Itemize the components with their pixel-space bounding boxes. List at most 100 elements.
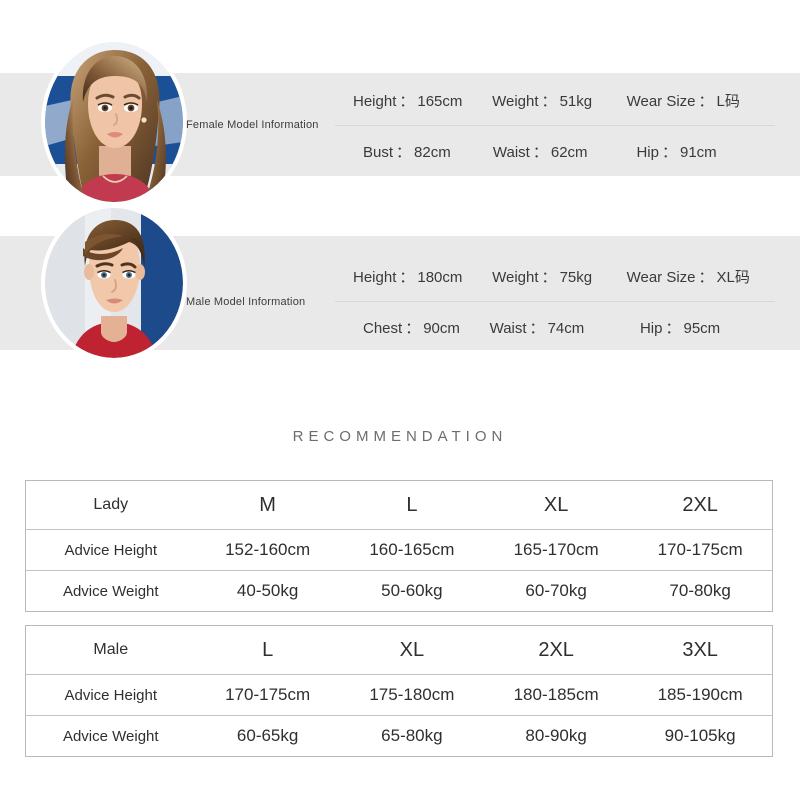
table-row: Advice Height 170-175cm 175-180cm 180-18… bbox=[25, 674, 773, 716]
male-spec-waist-key: Waist bbox=[489, 319, 527, 337]
lady-height-1: 152-160cm bbox=[195, 529, 340, 571]
male-weight-2: 65-80kg bbox=[339, 715, 484, 757]
lady-header-size-4: 2XL bbox=[682, 493, 718, 516]
male-spec-waist: Waist ： 74cm bbox=[490, 317, 612, 338]
male-spec-weight-key: Weight bbox=[492, 268, 539, 286]
male-spec-weight-sep: ： bbox=[541, 268, 557, 286]
male-spec-hip: Hip ： 95cm bbox=[612, 317, 775, 338]
lady-weight-label: Advice Weight bbox=[25, 570, 196, 612]
female-spec-waist: Waist ： 62cm bbox=[493, 141, 619, 162]
male-spec-row-bottom: Chest ： 90cm Waist ： 74cm Hip ： 95cm bbox=[335, 302, 775, 352]
male-spec-height: Height ： 180cm bbox=[335, 266, 492, 287]
female-spec-row-bottom: Bust ： 82cm Waist ： 62cm Hip ： 91cm bbox=[335, 126, 775, 176]
male-spec-wear-size-value: XL码 bbox=[716, 268, 750, 286]
male-spec-weight: Weight ： 75kg bbox=[492, 266, 626, 287]
lady-weight-1: 40-50kg bbox=[195, 570, 340, 612]
female-spec-weight-sep: ： bbox=[541, 92, 557, 110]
table-row-header: Lady M L XL 2XL bbox=[26, 481, 773, 530]
female-spec-hip-sep: ： bbox=[661, 143, 677, 161]
lady-size-table: Lady M L XL 2XL Advice Height 152-160cm … bbox=[25, 480, 773, 612]
lady-header-label: Lady bbox=[93, 496, 129, 513]
female-spec-height-key: Height bbox=[353, 92, 397, 110]
female-spec-weight-value: 51kg bbox=[559, 92, 593, 110]
lady-height-label: Advice Height bbox=[25, 529, 196, 571]
male-model-label: Male Model Information bbox=[186, 296, 306, 308]
lady-header-size-1: M bbox=[259, 493, 276, 516]
lady-weight-3: 60-70kg bbox=[484, 570, 629, 612]
male-header-size-2: XL bbox=[399, 638, 425, 661]
male-spec-hip-value: 95cm bbox=[683, 319, 721, 337]
male-height-2: 175-180cm bbox=[339, 674, 484, 716]
female-spec-hip-value: 91cm bbox=[679, 143, 717, 161]
female-spec-weight-key: Weight bbox=[492, 92, 539, 110]
female-spec-bust-key: Bust bbox=[363, 143, 394, 161]
male-spec-chest: Chest ： 90cm bbox=[335, 317, 490, 338]
male-header-size-4: 3XL bbox=[682, 638, 718, 661]
female-spec-hip: Hip ： 91cm bbox=[618, 141, 775, 162]
female-spec-height: Height ： 165cm bbox=[335, 90, 492, 111]
female-spec-wear-size-value: L码 bbox=[716, 92, 740, 110]
male-spec-height-value: 180cm bbox=[417, 268, 463, 286]
female-spec-bust: Bust ： 82cm bbox=[335, 141, 493, 162]
female-spec-height-sep: ： bbox=[399, 92, 415, 110]
recommendation-title: RECOMMENDATION bbox=[292, 428, 508, 445]
male-spec-height-key: Height bbox=[353, 268, 397, 286]
male-spec-weight-value: 75kg bbox=[559, 268, 593, 286]
lady-weight-4: 70-80kg bbox=[628, 570, 773, 612]
female-spec-wear-size-sep: ： bbox=[698, 92, 714, 110]
male-spec-waist-sep: ： bbox=[529, 319, 545, 337]
male-spec-chest-value: 90cm bbox=[423, 319, 460, 337]
male-height-3: 180-185cm bbox=[484, 674, 629, 716]
female-spec-height-value: 165cm bbox=[417, 92, 463, 110]
male-header-label: Male bbox=[93, 641, 129, 658]
female-spec-waist-value: 62cm bbox=[550, 143, 588, 161]
male-spec-wear-size: Wear Size ： XL码 bbox=[627, 266, 775, 287]
male-model-photo bbox=[45, 208, 183, 358]
male-model-avatar bbox=[45, 208, 183, 358]
lady-header-size-2: L bbox=[406, 493, 418, 516]
male-spec-wear-size-key: Wear Size bbox=[626, 268, 696, 286]
lady-height-3: 165-170cm bbox=[484, 529, 629, 571]
female-spec-row-top: Height ： 165cm Weight ： 51kg Wear Size ：… bbox=[335, 75, 775, 126]
male-spec-hip-sep: ： bbox=[665, 319, 681, 337]
male-spec-chest-sep: ： bbox=[405, 319, 421, 337]
male-model-info-block: Male Model Information Height ： 180cm We… bbox=[0, 205, 800, 365]
female-spec-wear-size: Wear Size ： L码 bbox=[627, 90, 775, 111]
male-height-4: 185-190cm bbox=[628, 674, 773, 716]
female-spec-hip-key: Hip bbox=[636, 143, 659, 161]
table-row: Advice Height 152-160cm 160-165cm 165-17… bbox=[25, 529, 773, 571]
female-model-photo bbox=[45, 42, 183, 202]
male-height-1: 170-175cm bbox=[195, 674, 340, 716]
male-spec-hip-key: Hip bbox=[639, 319, 663, 337]
female-model-avatar bbox=[45, 42, 183, 202]
male-spec-waist-value: 74cm bbox=[547, 319, 585, 337]
female-spec-wear-size-key: Wear Size bbox=[626, 92, 696, 110]
male-spec-row-top: Height ： 180cm Weight ： 75kg Wear Size ：… bbox=[335, 251, 775, 302]
male-spec-height-sep: ： bbox=[399, 268, 415, 286]
male-size-table: Male L XL 2XL 3XL Advice Height 170-175c… bbox=[25, 625, 773, 757]
female-model-info-block: Female Model Information Height ： 165cm … bbox=[0, 0, 800, 205]
male-header-size-1: L bbox=[262, 638, 274, 661]
male-header-size-3: 2XL bbox=[538, 638, 574, 661]
female-spec-bust-sep: ： bbox=[396, 143, 412, 161]
lady-weight-2: 50-60kg bbox=[339, 570, 484, 612]
male-weight-4: 90-105kg bbox=[628, 715, 773, 757]
male-spec-grid: Height ： 180cm Weight ： 75kg Wear Size ：… bbox=[335, 251, 775, 352]
lady-height-4: 170-175cm bbox=[628, 529, 773, 571]
female-spec-waist-sep: ： bbox=[532, 143, 548, 161]
female-model-label: Female Model Information bbox=[186, 119, 319, 131]
male-weight-1: 60-65kg bbox=[195, 715, 340, 757]
male-weight-label: Advice Weight bbox=[25, 715, 196, 757]
male-height-label: Advice Height bbox=[25, 674, 196, 716]
female-spec-weight: Weight ： 51kg bbox=[492, 90, 626, 111]
table-row-header: Male L XL 2XL 3XL bbox=[26, 626, 773, 675]
female-spec-bust-value: 82cm bbox=[414, 143, 451, 161]
male-spec-chest-key: Chest bbox=[363, 319, 403, 337]
male-weight-3: 80-90kg bbox=[484, 715, 629, 757]
table-row: Advice Weight 40-50kg 50-60kg 60-70kg 70… bbox=[25, 570, 773, 612]
female-spec-grid: Height ： 165cm Weight ： 51kg Wear Size ：… bbox=[335, 75, 775, 176]
male-spec-wear-size-sep: ： bbox=[698, 268, 714, 286]
lady-height-2: 160-165cm bbox=[339, 529, 484, 571]
female-spec-waist-key: Waist bbox=[492, 143, 530, 161]
table-row: Advice Weight 60-65kg 65-80kg 80-90kg 90… bbox=[25, 715, 773, 757]
